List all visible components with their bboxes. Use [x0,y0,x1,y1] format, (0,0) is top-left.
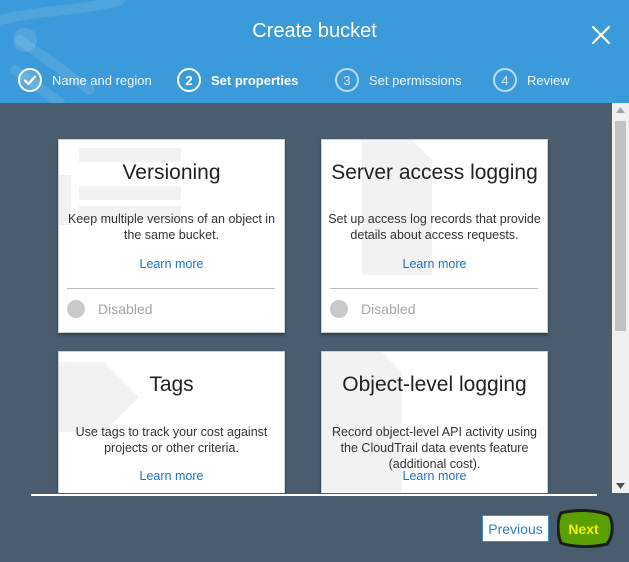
next-button[interactable]: Next [560,515,607,542]
previous-button[interactable]: Previous [482,515,549,542]
create-bucket-dialog: Create bucket Name and region 2 Set prop… [0,0,629,562]
learn-more-link[interactable]: Learn more [59,469,284,483]
wizard-steps: Name and region 2 Set properties 3 Set p… [0,66,629,94]
scroll-up-icon[interactable] [612,103,629,117]
scroll-thumb[interactable] [615,121,626,331]
tags-card[interactable]: Tags Use tags to track your cost against… [58,351,285,493]
next-button-highlight: Next [557,507,615,549]
close-button[interactable] [586,20,616,50]
step-set-properties[interactable]: 2 Set properties [177,66,298,94]
versioning-status: Disabled [67,300,152,318]
object-level-logging-card[interactable]: Object-level logging Record object-level… [321,351,548,493]
card-divider [67,288,275,289]
dialog-header: Create bucket Name and region 2 Set prop… [0,0,629,103]
disabled-status-icon [330,300,348,318]
footer-divider [31,494,597,496]
next-button-label: Next [568,520,599,537]
learn-more-link[interactable]: Learn more [322,257,547,271]
card-description: Keep multiple versions of an object in t… [67,212,276,242]
step-review[interactable]: 4 Review [493,66,570,94]
learn-more-link[interactable]: Learn more [59,257,284,271]
dialog-title: Create bucket [252,20,377,42]
server-access-logging-status: Disabled [330,300,415,318]
card-title: Server access logging [331,161,538,184]
properties-content: Versioning Keep multiple versions of an … [0,103,612,493]
step-number: 3 [335,68,359,92]
step-number: 4 [493,68,517,92]
step-set-permissions[interactable]: 3 Set permissions [335,66,461,94]
card-description: Set up access log records that provide d… [328,212,541,242]
step-label: Set properties [211,72,299,88]
card-title: Versioning [122,161,221,184]
step-label: Set permissions [369,72,462,88]
card-divider [330,288,538,289]
checkmark-icon [18,68,42,92]
status-text: Disabled [98,301,153,317]
step-label: Review [527,72,570,88]
step-name-and-region[interactable]: Name and region [18,66,152,94]
close-icon[interactable] [586,20,616,50]
status-text: Disabled [361,301,416,317]
learn-more-link[interactable]: Learn more [322,469,547,483]
versioning-card[interactable]: Versioning Keep multiple versions of an … [58,139,285,333]
card-title: Tags [149,373,194,396]
server-access-logging-card[interactable]: Server access logging Set up access log … [321,139,548,333]
disabled-status-icon [67,300,85,318]
scroll-down-icon[interactable] [612,479,629,493]
vertical-scrollbar[interactable] [612,103,629,493]
step-label: Name and region [52,72,152,88]
card-description: Use tags to track your cost against proj… [75,425,268,455]
card-description: Record object-level API activity using t… [332,425,537,471]
card-title: Object-level logging [342,373,527,396]
step-number: 2 [177,68,201,92]
